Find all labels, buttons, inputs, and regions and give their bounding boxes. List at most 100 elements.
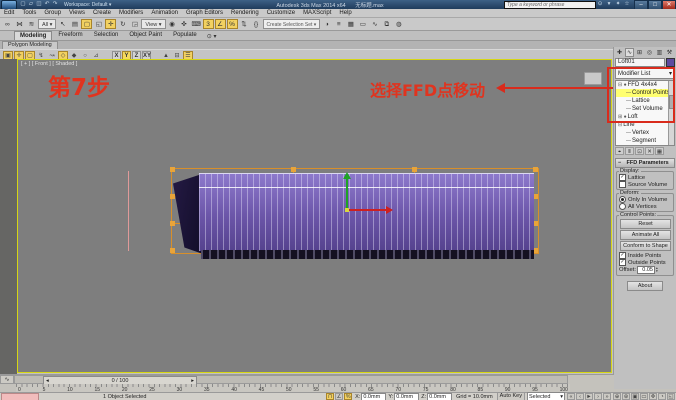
- window-crossing-icon[interactable]: ◱: [93, 19, 104, 29]
- polygon-modeling-panel[interactable]: Polygon Modeling: [2, 41, 58, 49]
- checkbox[interactable]: [619, 252, 626, 259]
- select-object-icon[interactable]: ↖: [57, 19, 68, 29]
- control-points-button[interactable]: Conform to Shape: [620, 241, 671, 251]
- maxscript-mini-listener[interactable]: [1, 393, 39, 400]
- go-to-end-button[interactable]: »: [603, 393, 611, 400]
- select-and-link-icon[interactable]: ∞: [2, 19, 13, 29]
- snap-toggle-3d-icon[interactable]: 3: [203, 19, 214, 29]
- configure-modifier-sets-icon[interactable]: ▦: [655, 147, 664, 155]
- modify-tab[interactable]: ∿: [625, 48, 634, 57]
- select-and-manipulate-icon[interactable]: ✜: [179, 19, 190, 29]
- hierarchy-tab[interactable]: ⊞: [635, 48, 644, 57]
- display-tab[interactable]: ▥: [655, 48, 664, 57]
- ribbon-tab[interactable]: Object Paint: [124, 31, 167, 40]
- mini-curve-editor-button[interactable]: ∿: [0, 375, 14, 384]
- play-button[interactable]: ►: [585, 393, 593, 400]
- infocenter-search-input[interactable]: Type a keyword or phrase: [504, 1, 596, 9]
- menu-item[interactable]: Create: [89, 9, 115, 17]
- coordinate-field[interactable]: 0.0mm: [427, 393, 452, 400]
- go-to-start-button[interactable]: «: [567, 393, 575, 400]
- search-history-icon[interactable]: ▾: [605, 1, 613, 8]
- create-tab[interactable]: ✚: [615, 48, 624, 57]
- layer-manager-icon[interactable]: ▦: [345, 19, 356, 29]
- ffd-parameters-rollout-header[interactable]: − FFD Parameters: [615, 158, 675, 168]
- move-gizmo-center[interactable]: [345, 208, 349, 212]
- spinner-down-icon[interactable]: ▾: [656, 270, 658, 274]
- orbit-icon[interactable]: ◔: [658, 393, 666, 400]
- spline-shape[interactable]: [128, 171, 129, 251]
- radio-button[interactable]: [619, 196, 626, 203]
- loft-object-front-face[interactable]: [199, 173, 534, 251]
- use-pivot-center-icon[interactable]: ◉: [167, 19, 178, 29]
- material-editor-icon[interactable]: ◍: [393, 19, 404, 29]
- coordinate-system-dropdown[interactable]: View ▾: [141, 19, 165, 29]
- radio-button[interactable]: [619, 203, 626, 210]
- ribbon-tab[interactable]: Populate: [168, 31, 202, 40]
- zoom-region-icon[interactable]: ▭: [640, 393, 648, 400]
- ribbon-toggle-icon[interactable]: ▭: [357, 19, 368, 29]
- auto-key-button[interactable]: Auto Key: [497, 392, 525, 400]
- menu-item[interactable]: Rendering: [227, 9, 263, 17]
- menu-item[interactable]: Tools: [18, 9, 40, 17]
- modifier-stack-row[interactable]: ⊞ ●Loft: [616, 113, 674, 121]
- next-frame-button[interactable]: ›: [594, 393, 602, 400]
- key-filter-dropdown[interactable]: Selected ▾: [527, 392, 565, 400]
- ribbon-overflow-dropdown[interactable]: ⊙ ▾: [203, 33, 221, 40]
- move-gizmo-x-axis[interactable]: [349, 209, 387, 211]
- save-file-icon[interactable]: ◫: [35, 1, 43, 8]
- maximize-viewport-icon[interactable]: ◱: [667, 393, 675, 400]
- menu-item[interactable]: Customize: [263, 9, 299, 17]
- modifier-stack-row[interactable]: —Control Points: [616, 89, 674, 97]
- zoom-extents-icon[interactable]: ▣: [631, 393, 639, 400]
- menu-item[interactable]: Modifiers: [115, 9, 147, 17]
- mirror-icon[interactable]: ◑: [321, 19, 332, 29]
- modifier-stack-row[interactable]: ⊟ ●FFD 4x4x4: [616, 81, 674, 89]
- redo-icon[interactable]: ↷: [51, 1, 59, 8]
- modifier-stack-row[interactable]: —Segment: [616, 137, 674, 145]
- modifier-list-dropdown[interactable]: Modifier List ▾: [615, 68, 675, 79]
- motion-tab[interactable]: ◎: [645, 48, 654, 57]
- checkbox[interactable]: [619, 174, 626, 181]
- modifier-stack-row[interactable]: —Vertex: [616, 129, 674, 137]
- make-unique-icon[interactable]: ⊡: [635, 147, 644, 155]
- menu-item[interactable]: MAXScript: [299, 9, 335, 17]
- ribbon-tab[interactable]: Modeling: [14, 31, 52, 40]
- modifier-stack-row[interactable]: —Set Volume: [616, 105, 674, 113]
- show-end-result-icon[interactable]: Ⅱ: [625, 147, 634, 155]
- menu-item[interactable]: Animation: [147, 9, 182, 17]
- ribbon-tab[interactable]: Selection: [89, 31, 124, 40]
- front-viewport[interactable]: [ + ] [ Front ] [ Shaded ] 第7步 选择FFD点移动: [17, 59, 612, 373]
- object-color-swatch[interactable]: [666, 58, 675, 67]
- zoom-all-icon[interactable]: ⊛: [622, 393, 630, 400]
- coordinate-field[interactable]: 0.0mm: [361, 393, 386, 400]
- select-and-move-icon[interactable]: ✛: [105, 19, 116, 29]
- curve-editor-icon[interactable]: ∿: [369, 19, 380, 29]
- edit-named-sets-icon[interactable]: {}: [251, 19, 262, 29]
- named-sets-dropdown[interactable]: Create Selection Set ▾: [263, 19, 321, 29]
- zoom-icon[interactable]: ⊕: [613, 393, 621, 400]
- utilities-tab[interactable]: ⚒: [665, 48, 674, 57]
- select-and-scale-icon[interactable]: ◲: [129, 19, 140, 29]
- object-name-field[interactable]: Loft01: [615, 58, 665, 67]
- previous-frame-button[interactable]: ‹: [576, 393, 584, 400]
- open-file-icon[interactable]: ▱: [27, 1, 35, 8]
- selection-filter-dropdown[interactable]: All ▾: [38, 19, 56, 29]
- checkbox[interactable]: [619, 181, 626, 188]
- schematic-view-icon[interactable]: ⧉: [381, 19, 392, 29]
- communication-center-icon[interactable]: ✦: [614, 1, 622, 8]
- snap-magnet-icon[interactable]: ⊓: [326, 393, 334, 400]
- viewcube-widget[interactable]: [584, 72, 602, 85]
- selection-region-icon[interactable]: ▢: [81, 19, 92, 29]
- offset-field[interactable]: 0.05: [637, 266, 655, 274]
- stack-scroll-thumb[interactable]: [669, 95, 674, 109]
- ribbon-tab[interactable]: Freeform: [53, 31, 87, 40]
- ffd-control-points[interactable]: [170, 167, 175, 172]
- control-points-button[interactable]: Animate All: [620, 230, 671, 240]
- unlink-selection-icon[interactable]: ⋈: [14, 19, 25, 29]
- checkbox[interactable]: [619, 259, 626, 266]
- control-points-button[interactable]: Reset: [620, 219, 671, 229]
- menu-item[interactable]: Group: [40, 9, 65, 17]
- select-and-rotate-icon[interactable]: ↻: [117, 19, 128, 29]
- menu-item[interactable]: Graph Editors: [182, 9, 227, 17]
- angle-snap-icon[interactable]: ∠: [215, 19, 226, 29]
